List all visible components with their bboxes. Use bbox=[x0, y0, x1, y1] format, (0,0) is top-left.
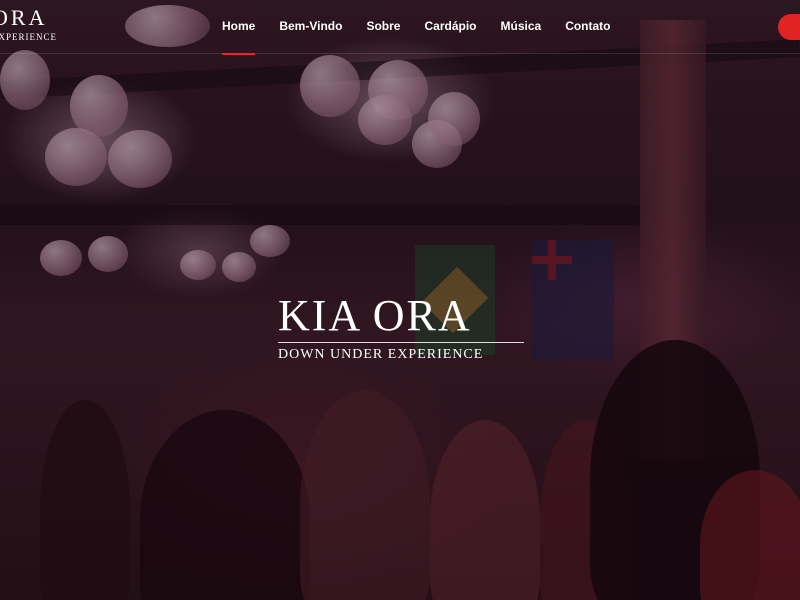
nav-menu: Home Bem-Vindo Sobre Cardápio Música Con… bbox=[210, 0, 623, 55]
reservation-button[interactable] bbox=[778, 14, 800, 40]
brand-name: ORA bbox=[0, 5, 48, 30]
nav-item-musica[interactable]: Música bbox=[489, 0, 554, 54]
brand-logo[interactable]: ORA EXPERIENCE bbox=[0, 5, 57, 43]
nav-item-contato[interactable]: Contato bbox=[553, 0, 622, 54]
nav-item-cardapio[interactable]: Cardápio bbox=[412, 0, 488, 54]
hero-logo-name: KIA ORA bbox=[278, 291, 472, 340]
nav-item-home[interactable]: Home bbox=[210, 0, 267, 55]
hero-logo: KIA ORA DOWN UNDER EXPERIENCE bbox=[278, 292, 524, 363]
hero-background: ORA EXPERIENCE Home Bem-Vindo Sobre Card… bbox=[0, 0, 800, 600]
nav-item-sobre[interactable]: Sobre bbox=[354, 0, 412, 54]
hero-logo-divider bbox=[278, 342, 524, 343]
hero-logo-tagline: DOWN UNDER EXPERIENCE bbox=[278, 347, 484, 362]
top-navbar: ORA EXPERIENCE Home Bem-Vindo Sobre Card… bbox=[0, 0, 800, 55]
nav-item-bem-vindo[interactable]: Bem-Vindo bbox=[267, 0, 354, 54]
brand-tagline: EXPERIENCE bbox=[0, 32, 57, 42]
